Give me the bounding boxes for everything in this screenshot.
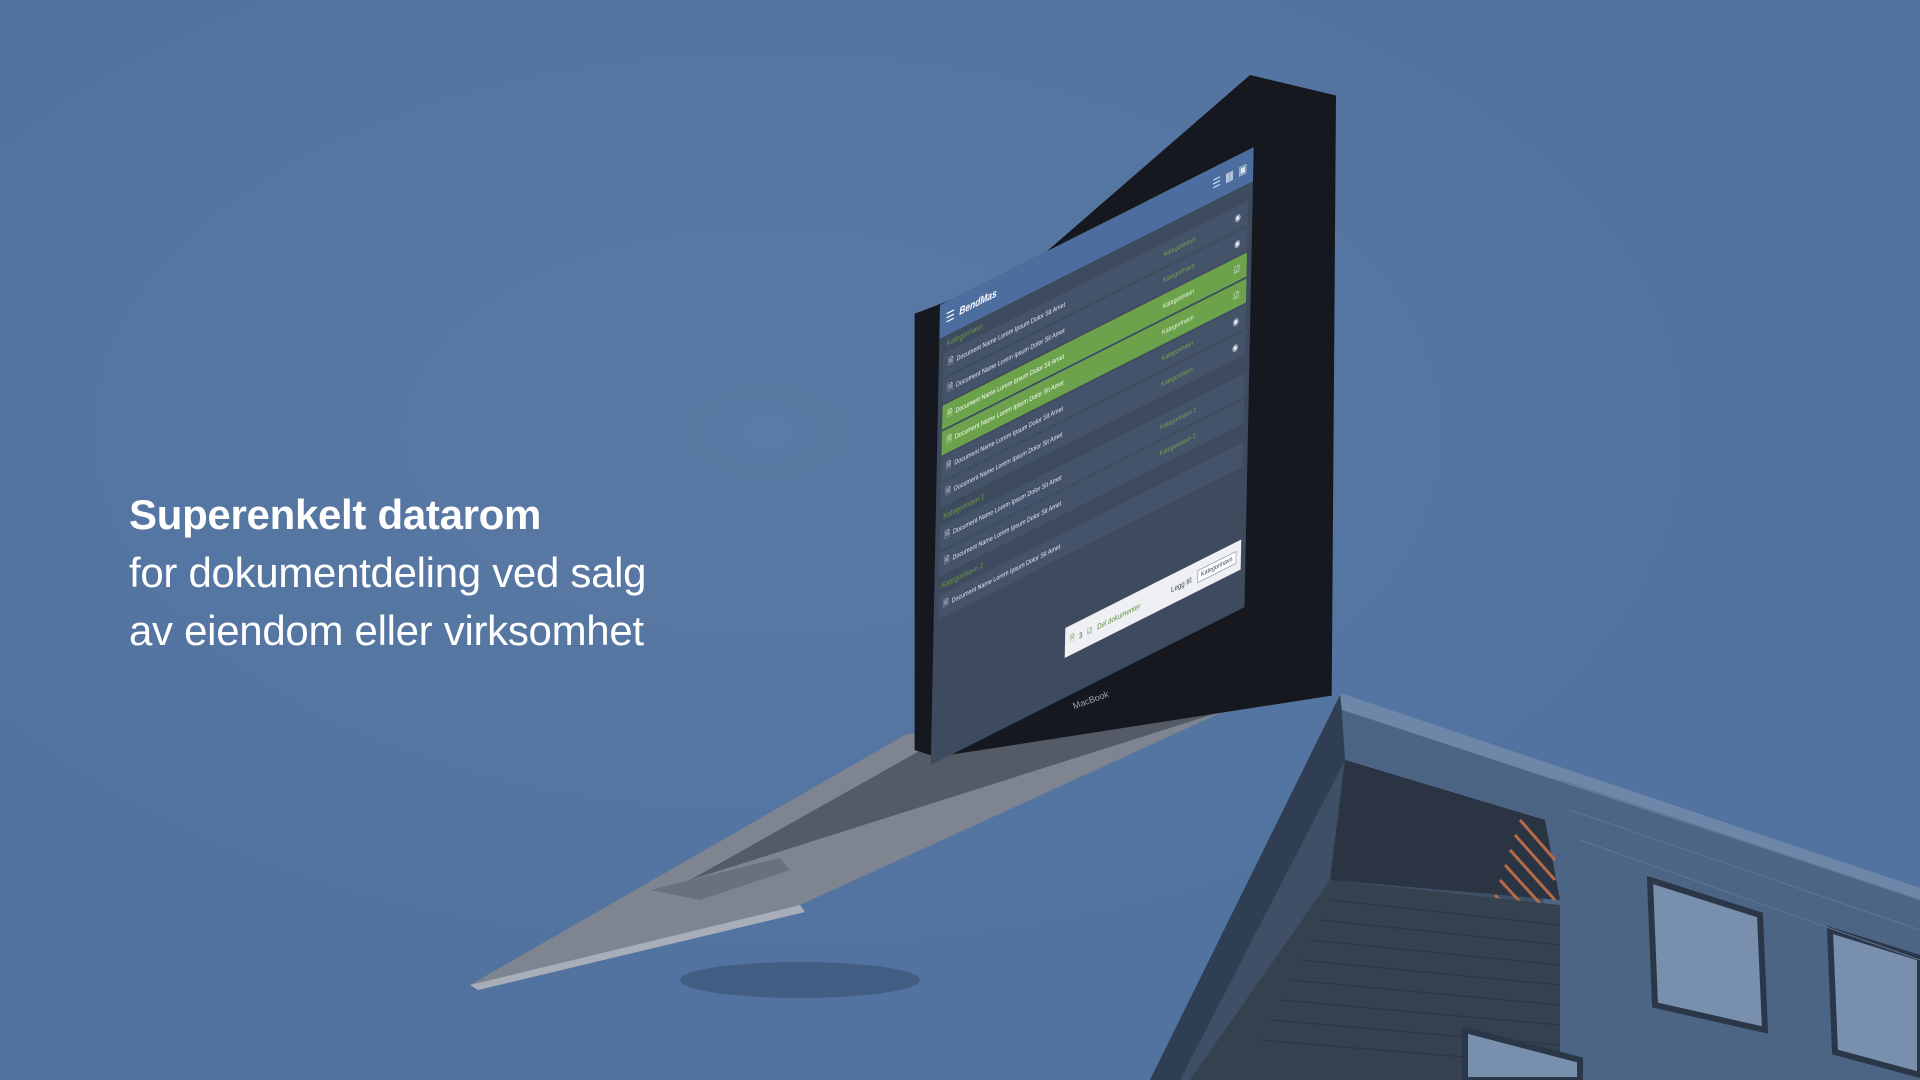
grid-view-icon[interactable]: ▦ (1225, 167, 1234, 185)
eye-icon[interactable] (1229, 388, 1240, 393)
eye-icon[interactable]: ◉ (1230, 313, 1241, 329)
hero-subtitle-line-2: av eiendom eller virksomhet (129, 607, 644, 654)
check-icon[interactable]: ☑ (1231, 287, 1242, 303)
file-icon: 🗎 (946, 406, 953, 420)
check-icon[interactable]: ☑ (1231, 261, 1242, 277)
document-count-icon: 🗎 (1069, 632, 1075, 644)
list-view-icon[interactable]: ☰ (1212, 174, 1221, 192)
share-documents-button[interactable]: Del dokumenter (1097, 601, 1140, 632)
category-select[interactable]: Kategorinavn (1197, 550, 1237, 584)
hero-text: Superenkelt datarom for dokumentdeling v… (129, 486, 647, 660)
eye-icon[interactable]: ◉ (1232, 235, 1243, 251)
eye-icon[interactable]: ◉ (1232, 209, 1243, 225)
file-icon: 🗎 (944, 527, 951, 541)
eye-icon[interactable] (1228, 457, 1239, 462)
eye-icon[interactable] (1229, 414, 1240, 419)
file-icon: 🗎 (943, 596, 949, 610)
add-to-label: Legg til: (1171, 574, 1193, 595)
hero-subtitle-line-1: for dokumentdeling ved salg (129, 549, 647, 596)
file-icon: 🗎 (946, 432, 953, 446)
file-icon: 🗎 (945, 484, 951, 498)
hamburger-menu-icon[interactable]: ☰ (946, 306, 955, 326)
image-view-icon[interactable]: ▣ (1238, 160, 1247, 178)
file-icon: 🗎 (947, 354, 954, 368)
file-icon: 🗎 (943, 553, 950, 567)
eye-icon[interactable]: ◉ (1230, 339, 1241, 355)
file-icon: 🗎 (945, 458, 952, 472)
selected-count: 3 (1079, 629, 1083, 641)
hero-title: Superenkelt datarom (129, 491, 542, 538)
file-icon: 🗎 (947, 380, 954, 394)
share-icon: ☑ (1087, 624, 1093, 637)
